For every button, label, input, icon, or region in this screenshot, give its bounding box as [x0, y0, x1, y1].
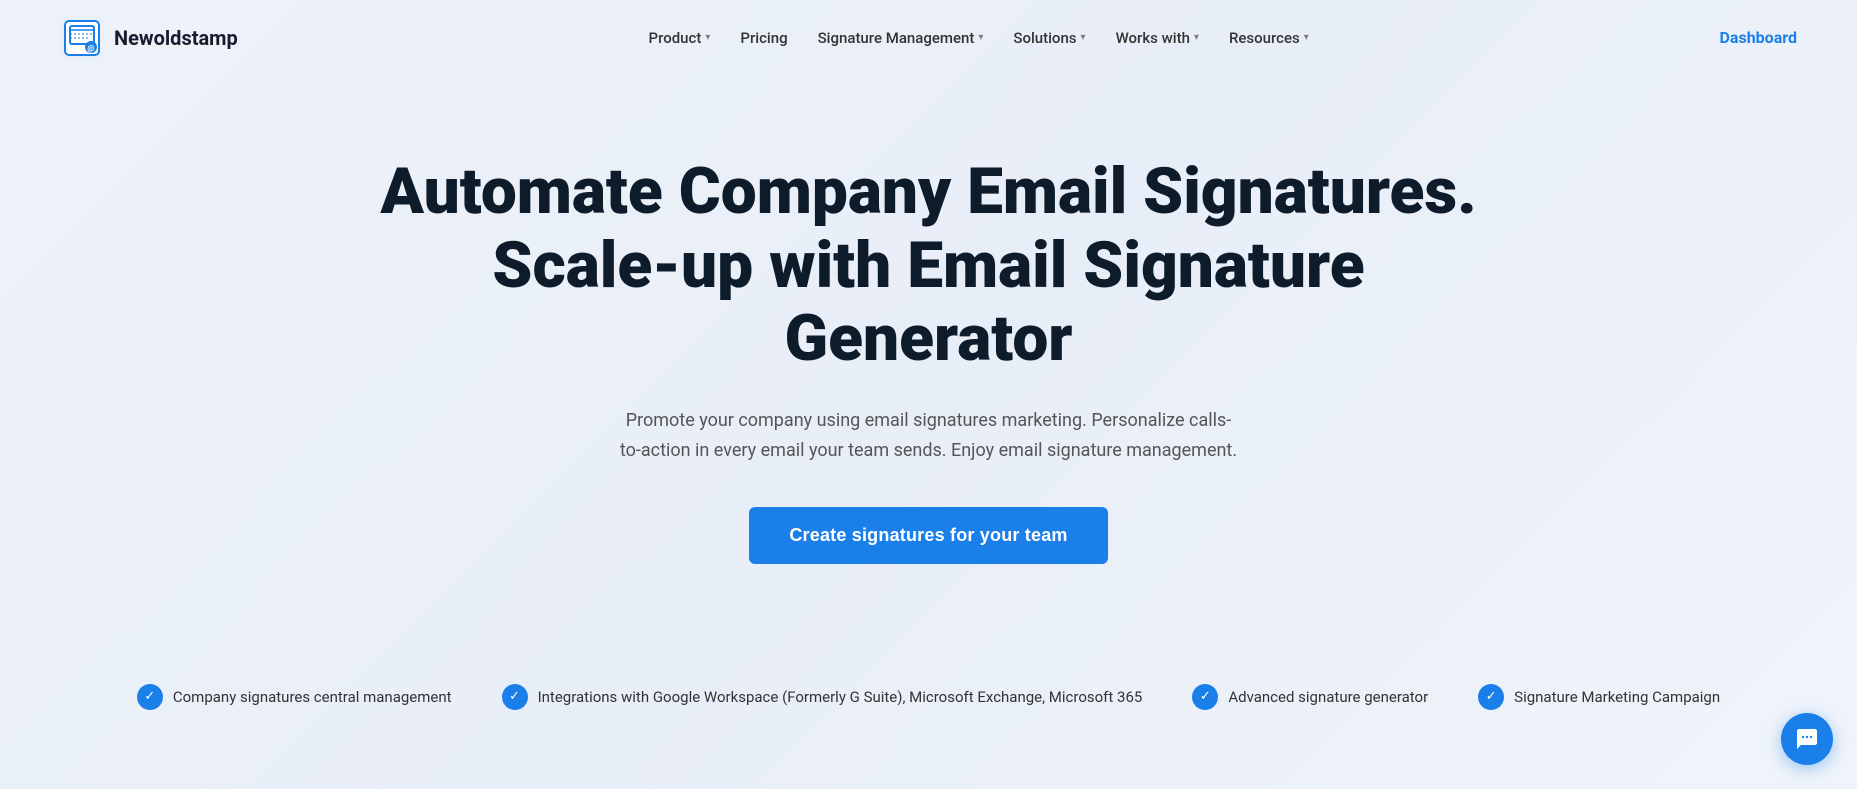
dashboard-button[interactable]: Dashboard	[1720, 28, 1797, 47]
feature-label-2: Integrations with Google Workspace (Form…	[538, 688, 1143, 706]
hero-title: Automate Company Email Signatures. Scale…	[379, 155, 1479, 376]
feature-label-1: Company signatures central management	[173, 688, 452, 706]
nav-link-pricing[interactable]: Pricing	[728, 21, 799, 55]
nav-link-solutions[interactable]: Solutions ▾	[1001, 21, 1097, 55]
nav-item-product[interactable]: Product ▾	[637, 21, 723, 55]
nav-item-pricing[interactable]: Pricing	[728, 21, 799, 55]
chevron-down-icon: ▾	[1081, 32, 1086, 43]
feature-label-4: Signature Marketing Campaign	[1514, 688, 1720, 706]
check-icon-4: ✓	[1478, 684, 1504, 710]
chevron-down-icon: ▾	[705, 32, 710, 43]
nav-item-works-with[interactable]: Works with ▾	[1104, 21, 1211, 55]
logo[interactable]: @ Newoldstamp	[60, 16, 238, 60]
features-row: ✓ Company signatures central management …	[0, 624, 1857, 750]
svg-text:@: @	[87, 44, 94, 53]
feature-item-1: ✓ Company signatures central management	[137, 684, 452, 710]
hero-section: Automate Company Email Signatures. Scale…	[0, 75, 1857, 624]
check-icon-2: ✓	[502, 684, 528, 710]
chevron-down-icon: ▾	[1304, 32, 1309, 43]
feature-label-3: Advanced signature generator	[1228, 688, 1428, 706]
nav-item-resources[interactable]: Resources ▾	[1217, 21, 1321, 55]
check-icon-1: ✓	[137, 684, 163, 710]
feature-item-3: ✓ Advanced signature generator	[1192, 684, 1428, 710]
feature-item-4: ✓ Signature Marketing Campaign	[1478, 684, 1720, 710]
nav-link-signature-management[interactable]: Signature Management ▾	[806, 21, 996, 55]
chevron-down-icon: ▾	[1194, 32, 1199, 43]
nav-item-solutions[interactable]: Solutions ▾	[1001, 21, 1097, 55]
navbar: @ Newoldstamp Product ▾ Pricing Signatur…	[0, 0, 1857, 75]
check-icon-3: ✓	[1192, 684, 1218, 710]
nav-item-signature-management[interactable]: Signature Management ▾	[806, 21, 996, 55]
nav-link-works-with[interactable]: Works with ▾	[1104, 21, 1211, 55]
chat-button[interactable]	[1781, 713, 1833, 765]
logo-text: Newoldstamp	[114, 26, 238, 50]
nav-link-resources[interactable]: Resources ▾	[1217, 21, 1321, 55]
nav-link-product[interactable]: Product ▾	[637, 21, 723, 55]
logo-icon: @	[60, 16, 104, 60]
hero-subtitle: Promote your company using email signatu…	[619, 406, 1239, 467]
nav-links: Product ▾ Pricing Signature Management ▾…	[637, 21, 1321, 55]
chat-icon	[1795, 727, 1819, 751]
chevron-down-icon: ▾	[978, 32, 983, 43]
cta-button[interactable]: Create signatures for your team	[749, 507, 1107, 564]
feature-item-2: ✓ Integrations with Google Workspace (Fo…	[502, 684, 1143, 710]
